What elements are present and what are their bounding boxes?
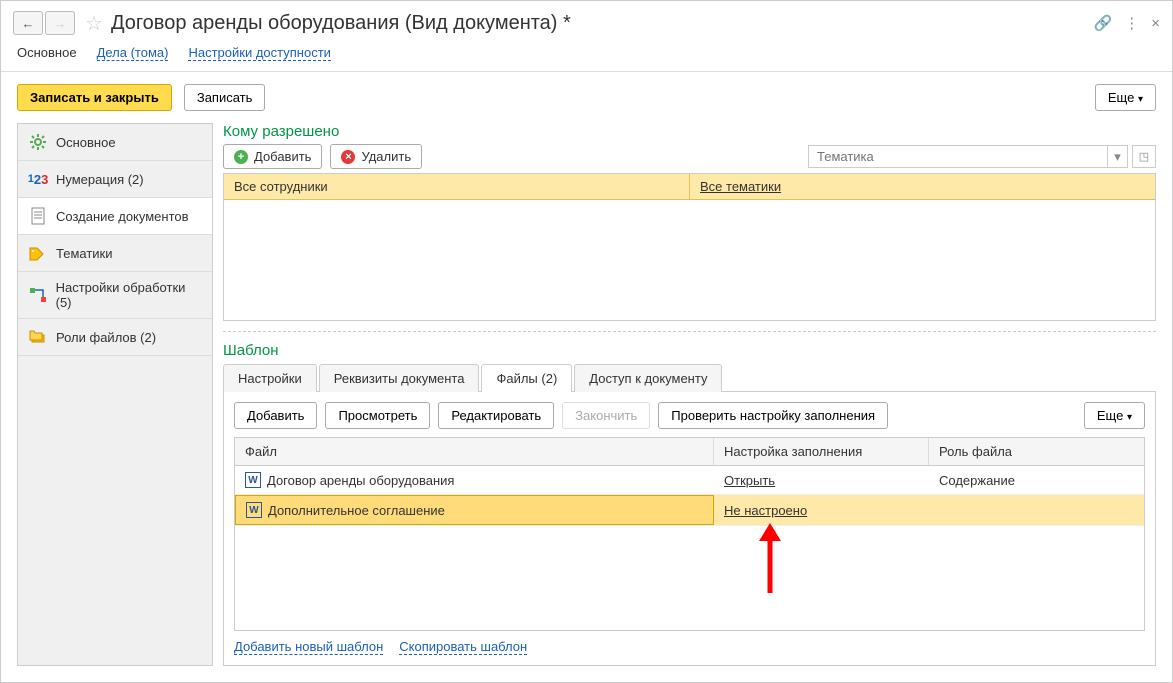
file-name: Дополнительное соглашение bbox=[268, 503, 445, 518]
word-icon: W bbox=[246, 502, 262, 518]
sidebar-item-processing[interactable]: Настройки обработки (5) bbox=[18, 272, 212, 319]
back-button[interactable]: ← bbox=[13, 11, 43, 35]
employees-cell: Все сотрудники bbox=[224, 174, 690, 199]
col-file[interactable]: Файл bbox=[235, 438, 714, 465]
file-table: Файл Настройка заполнения Роль файла W Д… bbox=[234, 437, 1145, 631]
add-button[interactable]: + Добавить bbox=[223, 144, 322, 169]
tab-access-settings[interactable]: Настройки доступности bbox=[188, 45, 330, 61]
file-edit-button[interactable]: Редактировать bbox=[438, 402, 554, 429]
x-icon: × bbox=[341, 150, 355, 164]
permitted-title: Кому разрешено bbox=[223, 123, 1156, 140]
tab-cases[interactable]: Дела (тома) bbox=[97, 45, 169, 61]
tab-requisites[interactable]: Реквизиты документа bbox=[319, 364, 480, 392]
thematic-dropdown[interactable]: ▾ bbox=[1108, 145, 1128, 168]
plus-icon: + bbox=[234, 150, 248, 164]
more-button[interactable]: Еще ▾ bbox=[1095, 84, 1156, 111]
permitted-row[interactable]: Все сотрудники Все тематики bbox=[224, 174, 1155, 200]
file-more-button[interactable]: Еще ▾ bbox=[1084, 402, 1145, 429]
file-row[interactable]: W Договор аренды оборудования Открыть Со… bbox=[235, 466, 1144, 495]
flow-icon bbox=[28, 285, 48, 305]
delete-button[interactable]: × Удалить bbox=[330, 144, 422, 169]
page-title: Договор аренды оборудования (Вид докумен… bbox=[111, 12, 1094, 35]
sidebar-item-main[interactable]: Основное bbox=[18, 124, 212, 161]
document-icon bbox=[28, 206, 48, 226]
link-icon[interactable]: 🔗 bbox=[1094, 14, 1113, 32]
template-tabs: Настройки Реквизиты документа Файлы (2) … bbox=[223, 363, 1156, 392]
arrow-annotation-icon bbox=[755, 523, 785, 593]
titlebar: ← → ☆ Договор аренды оборудования (Вид д… bbox=[1, 1, 1172, 45]
tab-files[interactable]: Файлы (2) bbox=[481, 364, 572, 392]
tags-icon bbox=[28, 243, 48, 263]
setup-link[interactable]: Открыть bbox=[724, 473, 775, 488]
sidebar-label: Нумерация (2) bbox=[56, 172, 144, 187]
numbers-icon: 123 bbox=[28, 169, 48, 189]
thematic-input[interactable] bbox=[808, 145, 1108, 168]
sidebar-item-thematics[interactable]: Тематики bbox=[18, 235, 212, 272]
close-icon[interactable]: × bbox=[1151, 15, 1160, 32]
sidebar: Основное 123 Нумерация (2) Создание доку… bbox=[17, 123, 213, 666]
setup-link[interactable]: Не настроено bbox=[724, 503, 807, 518]
template-title: Шаблон bbox=[223, 342, 1156, 359]
col-setup[interactable]: Настройка заполнения bbox=[714, 438, 929, 465]
main-toolbar: Записать и закрыть Записать Еще ▾ bbox=[1, 72, 1172, 123]
template-section: Шаблон Настройки Реквизиты документа Фай… bbox=[223, 342, 1156, 666]
word-icon: W bbox=[245, 472, 261, 488]
col-role[interactable]: Роль файла bbox=[929, 438, 1144, 465]
template-links: Добавить новый шаблон Скопировать шаблон bbox=[234, 631, 1145, 655]
thematics-cell[interactable]: Все тематики bbox=[690, 174, 1155, 199]
file-add-button[interactable]: Добавить bbox=[234, 402, 317, 429]
folders-icon bbox=[28, 327, 48, 347]
file-role: Содержание bbox=[929, 466, 1144, 494]
file-role bbox=[929, 495, 1144, 525]
file-table-head: Файл Настройка заполнения Роль файла bbox=[235, 438, 1144, 466]
sidebar-label: Основное bbox=[56, 135, 116, 150]
sidebar-item-numeration[interactable]: 123 Нумерация (2) bbox=[18, 161, 212, 198]
sidebar-label: Роли файлов (2) bbox=[56, 330, 156, 345]
sidebar-label: Тематики bbox=[56, 246, 113, 261]
sidebar-item-doc-creation[interactable]: Создание документов bbox=[18, 198, 212, 235]
sidebar-item-file-roles[interactable]: Роли файлов (2) bbox=[18, 319, 212, 356]
file-check-button[interactable]: Проверить настройку заполнения bbox=[658, 402, 888, 429]
save-button[interactable]: Записать bbox=[184, 84, 266, 111]
file-name: Договор аренды оборудования bbox=[267, 473, 454, 488]
forward-button[interactable]: → bbox=[45, 11, 75, 35]
add-template-link[interactable]: Добавить новый шаблон bbox=[234, 639, 383, 655]
kebab-icon[interactable]: ⋮ bbox=[1124, 14, 1139, 32]
permitted-table: Все сотрудники Все тематики bbox=[223, 173, 1156, 321]
divider bbox=[223, 331, 1156, 332]
tab-main[interactable]: Основное bbox=[17, 45, 77, 61]
sidebar-label: Настройки обработки (5) bbox=[56, 280, 202, 310]
file-view-button[interactable]: Просмотреть bbox=[325, 402, 430, 429]
file-row[interactable]: W Дополнительное соглашение Не настроено bbox=[235, 495, 1144, 526]
tab-doc-access[interactable]: Доступ к документу bbox=[574, 364, 722, 392]
star-icon[interactable]: ☆ bbox=[85, 11, 103, 36]
file-finish-button: Закончить bbox=[562, 402, 650, 429]
thematic-popup[interactable]: ◳ bbox=[1132, 145, 1156, 168]
tab-settings[interactable]: Настройки bbox=[223, 364, 317, 392]
sidebar-label: Создание документов bbox=[56, 209, 189, 224]
permitted-section: Кому разрешено + Добавить × Удалить ▾ ◳ bbox=[223, 123, 1156, 321]
save-close-button[interactable]: Записать и закрыть bbox=[17, 84, 172, 111]
top-tabs: Основное Дела (тома) Настройки доступнос… bbox=[1, 45, 1172, 72]
copy-template-link[interactable]: Скопировать шаблон bbox=[399, 639, 527, 655]
gear-icon bbox=[28, 132, 48, 152]
